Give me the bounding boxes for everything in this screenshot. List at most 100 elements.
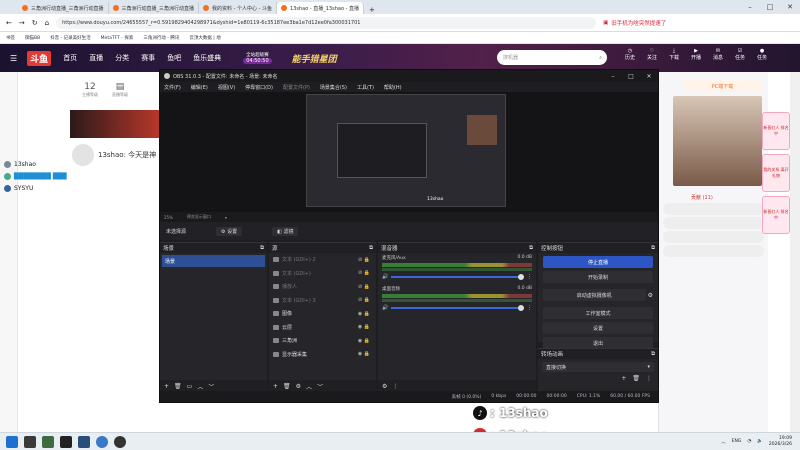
follow-icon[interactable]: ♡ 关注 [642, 48, 662, 61]
source-item[interactable]: 三角洲 ◉ 🔒 [269, 334, 376, 348]
eye-hidden-icon[interactable]: ⊘ 🔒 [358, 284, 370, 290]
bookmark-item[interactable]: 三角洲行动 - 腾讯 [143, 35, 179, 41]
maximize-icon[interactable]: □ [760, 0, 780, 14]
start-recording-button[interactable]: 开始录制 [543, 271, 653, 283]
eye-icon[interactable]: ◉ 🔒 [358, 311, 370, 317]
browser-tab-3[interactable]: 我的资料 - 个人中心 - 斗鱼 [199, 2, 277, 14]
history-icon[interactable]: ◷ 历史 [620, 48, 640, 61]
add-icon[interactable]: + [621, 375, 626, 382]
add-icon[interactable]: + [273, 383, 278, 390]
back-icon[interactable]: ← [6, 19, 12, 27]
side-ad[interactable]: 新晋红人 排名中 [762, 112, 790, 150]
close-icon[interactable]: ✕ [780, 0, 800, 14]
menu-file[interactable]: 文件(F) [164, 84, 181, 91]
minimize-icon[interactable]: – [604, 70, 622, 82]
undock-icon[interactable]: ⧉ [369, 245, 373, 252]
gear-icon[interactable]: ⚙ [648, 292, 653, 299]
bookmark-item[interactable]: 御猫BB [25, 35, 40, 41]
minimize-icon[interactable]: – [740, 0, 760, 14]
browser-tab-2[interactable]: 三角洲行动直播_三角洲行动直播 [109, 2, 200, 14]
volume-icon[interactable]: 🔈 [757, 439, 763, 444]
side-ad[interactable]: 我的关系 离开礼物 [762, 154, 790, 192]
browser-tab-4-active[interactable]: 13shao - 直播_13shao - 直播 [277, 2, 364, 14]
preview-screen-capture[interactable]: 13shao [306, 94, 506, 207]
chevron-down-icon[interactable]: ﹀ [208, 382, 214, 391]
speaker-icon[interactable]: 🔊 [382, 305, 388, 311]
trash-icon[interactable]: 🗑 [632, 375, 640, 382]
bookmark-item[interactable]: 书签 [6, 35, 15, 41]
menu-edit[interactable]: 编辑(E) [191, 84, 208, 91]
countdown-widget[interactable]: 全站超级赛 04:50:50 [243, 52, 272, 64]
obs-preview[interactable]: 13shao [160, 92, 658, 212]
search-icon[interactable]: ⌕ [599, 55, 602, 61]
contribution-tab[interactable]: 贡献 (11) [691, 194, 768, 201]
message-icon[interactable]: ✉ 消息 [708, 48, 728, 61]
source-item[interactable]: 云层 ◉ 🔒 [269, 321, 376, 335]
nav-festival[interactable]: 鱼乐盛典 [193, 53, 221, 63]
dropdown-icon[interactable]: ▾ [225, 215, 227, 220]
source-item[interactable]: 文本 (GDI+) 3 ⊘ 🔒 [269, 294, 376, 308]
eye-hidden-icon[interactable]: ⊘ 🔒 [358, 297, 370, 303]
app-icon[interactable] [60, 435, 72, 448]
more-icon[interactable]: ⋮ [646, 375, 652, 382]
browser-icon[interactable] [96, 435, 108, 448]
task-icon[interactable]: ☑ 任务 [730, 48, 750, 61]
chevron-up-icon[interactable]: ︿ [721, 439, 726, 445]
obs-title-bar[interactable]: OBS 31.0.3 - 配置文件: 未命名 - 场景: 未命名 [160, 70, 658, 82]
filter-icon[interactable]: ▭ [187, 383, 193, 390]
settings-button[interactable]: 设置 [543, 322, 653, 334]
user-avatar-icon[interactable]: ● 任务 [752, 48, 772, 61]
source-item[interactable]: 播放人 ⊘ 🔒 [269, 280, 376, 294]
side-ad[interactable]: 新晋红人 排名中 [762, 196, 790, 234]
eye-hidden-icon[interactable]: ⊘ 🔒 [358, 270, 370, 276]
windows-start-icon[interactable] [6, 435, 18, 448]
reload-icon[interactable]: ↻ [32, 19, 38, 27]
source-item[interactable]: 显示器采集 ◉ 🔒 [269, 348, 376, 362]
steam-icon[interactable] [78, 435, 90, 448]
undock-icon[interactable]: ⧉ [529, 245, 533, 252]
more-icon[interactable]: ⋮ [527, 305, 532, 311]
bookmark-item[interactable]: 云顶大数据 | 地 [189, 35, 220, 41]
language-indicator[interactable]: ENG [732, 439, 742, 444]
promo-image[interactable] [673, 96, 762, 186]
volume-slider[interactable]: 🔊 ⋮ [382, 274, 532, 280]
menu-docks[interactable]: 停靠窗口(D) [245, 84, 273, 91]
gear-icon[interactable]: ⚙ [296, 383, 301, 390]
maximize-icon[interactable]: □ [622, 70, 640, 82]
home-icon[interactable]: ⌂ [45, 19, 49, 27]
pc-download-badge[interactable]: PC端下载 [683, 80, 762, 92]
more-icon[interactable]: ⋮ [392, 383, 398, 390]
broadcast-icon[interactable]: ▶ 开播 [686, 48, 706, 61]
forward-icon[interactable]: → [19, 19, 25, 27]
promo-link[interactable]: ▣ 旧手机为啥突然提速了 [603, 19, 666, 27]
network-icon[interactable]: ◔ [747, 439, 751, 444]
bookmark-item[interactable]: MetaTFT - 探索 [101, 35, 134, 41]
chevron-up-icon[interactable]: ︿ [306, 382, 312, 391]
bookmark-item[interactable]: 抖音 - 记录美好生活 [50, 35, 90, 41]
clock[interactable]: 19:09 2026/3/26 [769, 436, 792, 448]
viewer-row[interactable]: 13shao [4, 158, 74, 170]
undock-icon[interactable]: ⧉ [260, 245, 264, 252]
douyu-logo[interactable]: 斗鱼 [27, 50, 52, 66]
avatar[interactable] [72, 144, 94, 166]
undock-icon[interactable]: ⧉ [651, 245, 655, 252]
menu-tools[interactable]: 工具(T) [357, 84, 374, 91]
menu-scene-collection[interactable]: 场景集合(S) [320, 84, 347, 91]
eye-hidden-icon[interactable]: ⊘ 🔒 [358, 257, 370, 263]
scene-item[interactable]: 场景 [162, 255, 265, 267]
source-settings-button[interactable]: ⚙ 设置 [216, 226, 243, 236]
transition-select[interactable]: 直接切换 ▾ [542, 362, 654, 372]
close-icon[interactable]: ✕ [640, 70, 658, 82]
obs-icon[interactable] [114, 435, 126, 448]
eye-icon[interactable]: ◉ 🔒 [358, 351, 370, 357]
menu-icon[interactable]: ☰ [10, 54, 17, 63]
more-icon[interactable]: ⋮ [527, 274, 532, 280]
chevron-down-icon[interactable]: ﹀ [317, 382, 323, 391]
chevron-up-icon[interactable]: ︿ [197, 382, 203, 391]
studio-mode-button[interactable]: 工作室模式 [543, 307, 653, 319]
url-field[interactable]: https://www.douyu.com/24655557_r=0.59198… [56, 16, 597, 29]
viewer-row[interactable]: ████████ ███ [4, 170, 74, 182]
virtual-camera-button[interactable]: 启动虚拟摄像机 [543, 289, 646, 301]
app-icon[interactable] [42, 435, 54, 448]
stop-streaming-button[interactable]: 停止直播 [543, 256, 653, 268]
